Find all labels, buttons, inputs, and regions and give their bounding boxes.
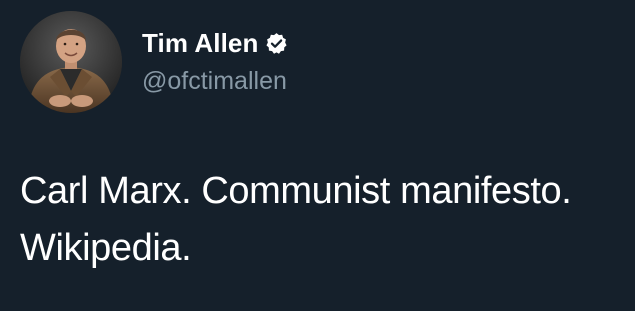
tweet-text-line: Wikipedia. <box>20 227 192 269</box>
name-row: Tim Allen <box>142 27 288 61</box>
author-avatar[interactable] <box>20 11 122 113</box>
verified-badge-icon <box>265 32 288 55</box>
tweet-header: Tim Allen @ofctimallen <box>20 10 288 114</box>
tweet-text-line: Carl Marx. Communist manifesto. <box>20 170 572 212</box>
avatar-photo-icon <box>20 11 122 113</box>
author-display-name[interactable]: Tim Allen <box>142 28 258 59</box>
author-info: Tim Allen @ofctimallen <box>142 27 288 96</box>
tweet-card: Tim Allen @ofctimallen Carl Marx. Commun… <box>0 0 635 311</box>
tweet-text: Carl Marx. Communist manifesto. Wikipedi… <box>20 163 620 277</box>
author-handle[interactable]: @ofctimallen <box>142 67 288 96</box>
